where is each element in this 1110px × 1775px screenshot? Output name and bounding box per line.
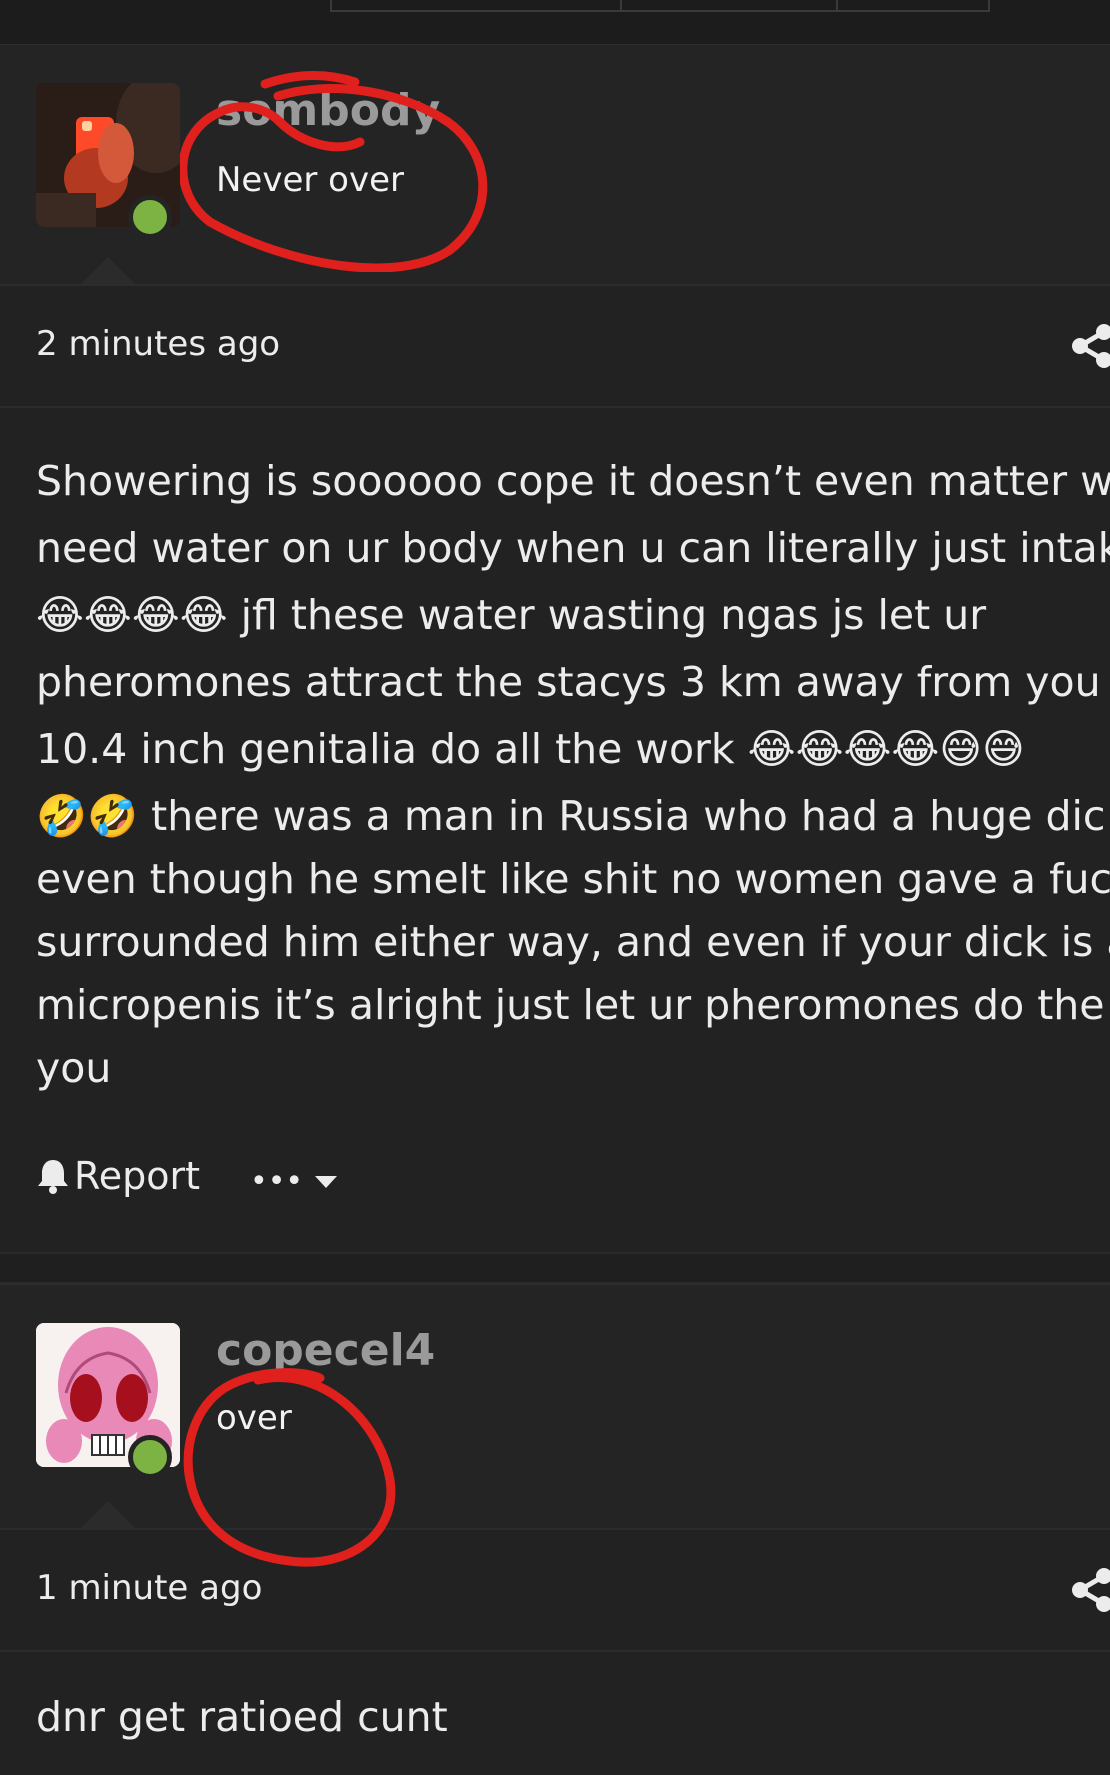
header-pointer (80, 257, 136, 285)
post-body-line: 🤣🤣 there was a man in Russia who had a h… (36, 792, 1106, 840)
more-menu-button[interactable]: ••• (250, 1164, 339, 1199)
ellipsis-icon: ••• (250, 1164, 304, 1199)
share-icon[interactable] (1070, 324, 1110, 368)
post-body: dnr get ratioed cunt (36, 1684, 1110, 1751)
online-status-dot (128, 1435, 172, 1479)
top-toolbar-fragment (0, 0, 1110, 44)
post-body-line: you (36, 1044, 112, 1092)
post-body: Showering is soooooo cope it doesn’t eve… (36, 448, 1110, 1102)
post-body-line: 10.4 inch genitalia do all the work 😂😂😂😂… (36, 725, 1025, 773)
online-status-dot (128, 195, 172, 239)
timestamp[interactable]: 2 minutes ago (36, 324, 280, 364)
caret-down-icon (315, 1175, 338, 1188)
post-divider (0, 1252, 1110, 1284)
annotation-circle (180, 71, 488, 272)
post-body-line: need water on ur body when u can literal… (36, 524, 1110, 572)
post-body-line: Showering is soooooo cope it doesn’t eve… (36, 457, 1110, 505)
share-icon[interactable] (1070, 1568, 1110, 1612)
report-button[interactable]: Report (36, 1154, 200, 1198)
post-meta-bar: 2 minutes ago (0, 284, 1110, 408)
header-pointer (80, 1501, 136, 1529)
post-body-line: 😂😂😂😂 jfl these water wasting ngas js let… (36, 591, 987, 639)
toolbar-segment[interactable] (836, 0, 990, 12)
annotation-circle (183, 1368, 396, 1567)
post-body-line: even though he smelt like shit no women … (36, 855, 1110, 903)
bell-icon (38, 1160, 68, 1194)
post: copecel4 over 1 minute ago dnr get ratio… (0, 1284, 1110, 1775)
post-header: copecel4 over (0, 1284, 1110, 1529)
toolbar-segment[interactable] (330, 0, 622, 12)
post-body-line: pheromones attract the stacys 3 km away … (36, 658, 1110, 706)
post-header: sombody Never over (0, 44, 1110, 285)
timestamp[interactable]: 1 minute ago (36, 1568, 262, 1608)
post-meta-bar: 1 minute ago (0, 1528, 1110, 1652)
toolbar-segment[interactable] (620, 0, 838, 12)
post: sombody Never over 2 minutes ago Showeri… (0, 44, 1110, 1252)
post-body-line: surrounded him either way, and even if y… (36, 918, 1110, 966)
report-label: Report (74, 1154, 200, 1198)
post-body-line: micropenis it’s alright just let ur pher… (36, 981, 1110, 1029)
post-body-line: dnr get ratioed cunt (36, 1693, 448, 1741)
